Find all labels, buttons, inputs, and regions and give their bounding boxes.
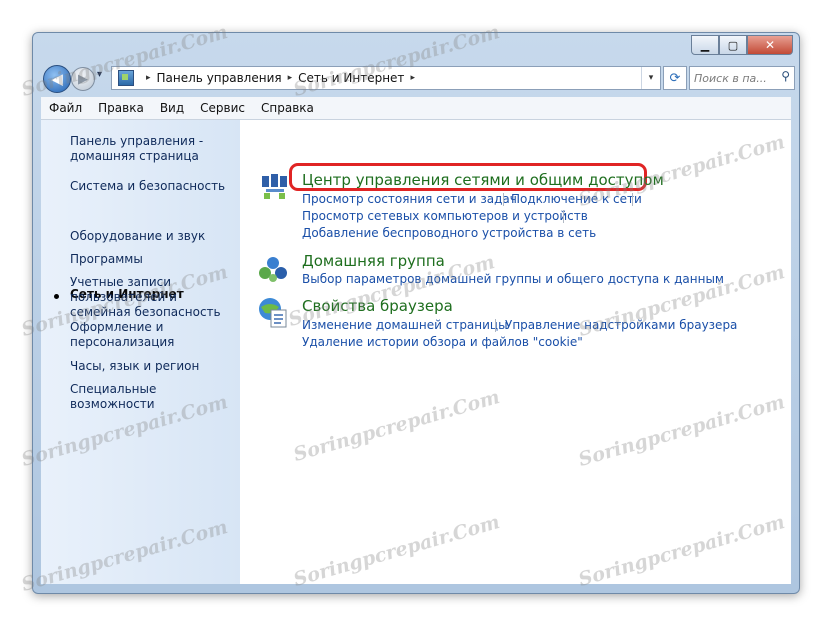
address-bar[interactable]: ▸ Панель управления ▸ Сеть и Интернет ▸ …: [111, 66, 661, 90]
link-separator: [495, 319, 496, 332]
window-controls: ▁ ▢ ✕: [691, 35, 793, 55]
control-panel-icon: [118, 70, 134, 86]
sidebar: Панель управления - домашняя страница Си…: [41, 120, 240, 584]
navigation-bar: ◀ ▶ ▾ ▸ Панель управления ▸ Сеть и Интер…: [41, 65, 795, 93]
menu-bar: Файл Правка Вид Сервис Справка: [41, 97, 791, 120]
sidebar-item-ease-of-access[interactable]: Специальные возможности: [70, 382, 240, 412]
link-separator: [632, 193, 633, 206]
link-view-network-computers[interactable]: Просмотр сетевых компьютеров и устройств: [302, 209, 588, 223]
sidebar-item-clock-language[interactable]: Часы, язык и регион: [70, 359, 240, 374]
link-delete-browsing-history[interactable]: Удаление истории обзора и файлов "cookie…: [302, 335, 583, 349]
close-button[interactable]: ✕: [747, 35, 793, 55]
search-icon[interactable]: ⚲: [781, 69, 790, 83]
link-connect-to-network[interactable]: Подключение к сети: [511, 192, 642, 206]
current-item-bullet-icon: [54, 294, 59, 299]
sidebar-item-system-security[interactable]: Система и безопасность: [70, 179, 240, 194]
sidebar-item-user-accounts[interactable]: Учетные записи пользователей и семейная …: [70, 275, 240, 320]
refresh-icon: ⟳: [669, 70, 681, 86]
link-manage-addons[interactable]: Управление надстройками браузера: [505, 318, 737, 332]
menu-file[interactable]: Файл: [41, 101, 90, 115]
link-separator: [563, 210, 564, 223]
category-title-internet-options[interactable]: Свойства браузера: [302, 297, 453, 315]
maximize-button[interactable]: ▢: [719, 35, 747, 55]
sidebar-item-hardware-sound[interactable]: Оборудование и звук: [70, 229, 240, 244]
forward-arrow-icon: ▶: [78, 71, 88, 87]
back-button[interactable]: ◀: [43, 65, 71, 93]
breadcrumb-network-internet[interactable]: Сеть и Интернет: [298, 71, 404, 85]
menu-edit[interactable]: Правка: [90, 101, 152, 115]
control-panel-window: ▁ ▢ ✕ ◀ ▶ ▾ ▸ Панель управления ▸ Сеть и…: [32, 32, 800, 594]
internet-options-icon: [259, 298, 287, 328]
menu-tools[interactable]: Сервис: [192, 101, 253, 115]
homegroup-icon: [259, 257, 287, 282]
category-title-network-center[interactable]: Центр управления сетями и общим доступом: [302, 171, 664, 189]
menu-help[interactable]: Справка: [253, 101, 322, 115]
breadcrumb-control-panel[interactable]: Панель управления: [157, 71, 282, 85]
link-view-network-status[interactable]: Просмотр состояния сети и задач: [302, 192, 517, 206]
menu-view[interactable]: Вид: [152, 101, 192, 115]
address-dropdown-button[interactable]: ▾: [641, 67, 660, 89]
minimize-button[interactable]: ▁: [691, 35, 719, 55]
sidebar-item-appearance[interactable]: Оформление и персонализация: [70, 320, 240, 350]
link-separator: [503, 193, 504, 206]
refresh-button[interactable]: ⟳: [663, 66, 687, 90]
search-box: ⚲: [689, 66, 795, 90]
breadcrumb-separator-icon[interactable]: ▸: [288, 73, 293, 83]
link-homegroup-options[interactable]: Выбор параметров домашней группы и общег…: [302, 272, 724, 286]
search-input[interactable]: [694, 69, 772, 88]
category-title-homegroup[interactable]: Домашняя группа: [302, 252, 445, 270]
breadcrumb-separator-icon[interactable]: ▸: [146, 73, 151, 83]
sidebar-item-control-panel-home[interactable]: Панель управления - домашняя страница: [70, 134, 240, 164]
sidebar-item-programs[interactable]: Программы: [70, 252, 240, 267]
network-center-icon: [262, 174, 287, 199]
content-pane: Центр управления сетями и общим доступом…: [240, 120, 791, 584]
breadcrumb-separator-icon[interactable]: ▸: [410, 73, 415, 83]
link-add-wireless-device[interactable]: Добавление беспроводного устройства в се…: [302, 226, 596, 240]
back-arrow-icon: ◀: [51, 70, 63, 88]
link-change-home-page[interactable]: Изменение домашней страницы: [302, 318, 508, 332]
recent-pages-button[interactable]: ▾: [97, 69, 102, 80]
forward-button[interactable]: ▶: [71, 67, 95, 91]
